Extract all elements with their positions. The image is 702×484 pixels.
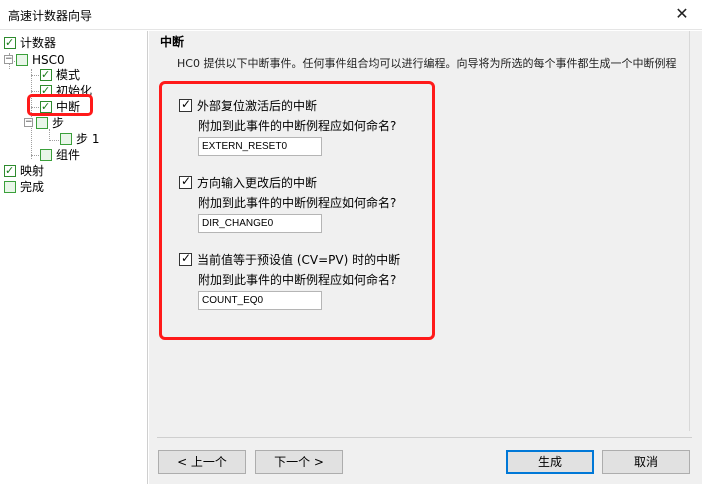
tree-item-label: 步 1 [76,132,100,146]
close-icon[interactable]: ✕ [662,0,702,30]
page-title: 中断 [160,35,185,49]
tree-item-label: HSC0 [32,53,65,67]
tree-item-label: 模式 [56,68,81,82]
tree-item-counter[interactable]: 计数器 [4,35,56,51]
divider [689,31,690,431]
tree-line [31,75,39,76]
check-icon [4,163,16,179]
window-title: 高速计数器向导 [8,9,93,23]
divider [157,437,692,438]
box-icon [36,116,48,129]
tree-line [49,140,59,141]
prev-button[interactable]: < 上一个 [158,450,246,474]
box-icon [16,53,28,66]
tree-item-mapping[interactable]: 映射 [4,163,44,179]
next-button[interactable]: 下一个 > [255,450,343,474]
check-icon [4,35,16,51]
tree-item-label: 组件 [56,148,81,162]
tree-item-mode[interactable]: 模式 [40,67,80,83]
box-icon [60,132,72,145]
highlight-box [27,94,93,116]
tree-item-label: 映射 [20,164,45,178]
tree-item-step[interactable]: − 步 [24,115,64,131]
tree-item-hsc0[interactable]: − HSC0 [4,52,65,68]
generate-button[interactable]: 生成 [506,450,594,474]
box-icon [40,148,52,161]
tree-line [31,155,39,156]
title-bar: 高速计数器向导 ✕ [0,0,702,30]
tree-item-step1[interactable]: 步 1 [60,131,99,147]
tree-item-component[interactable]: 组件 [40,147,80,163]
collapse-icon[interactable]: − [4,55,13,64]
panel-description: HC0 提供以下中断事件。任何事件组合均可以进行编程。向导将为所选的每个事件都生… [177,57,677,70]
wizard-tree: 计数器 −HSC0 模式 初始化 中断 −步 步 1 组件 映射 完成 [0,31,148,484]
tree-item-label: 完成 [20,180,45,194]
check-icon [40,67,52,83]
tree-line [31,91,39,92]
cancel-button[interactable]: 取消 [602,450,690,474]
box-icon [4,180,16,193]
tree-item-label: 步 [52,116,65,130]
highlight-box [159,81,435,340]
tree-item-label: 计数器 [20,36,57,50]
collapse-icon[interactable]: − [24,118,33,127]
tree-item-finish[interactable]: 完成 [4,179,44,195]
